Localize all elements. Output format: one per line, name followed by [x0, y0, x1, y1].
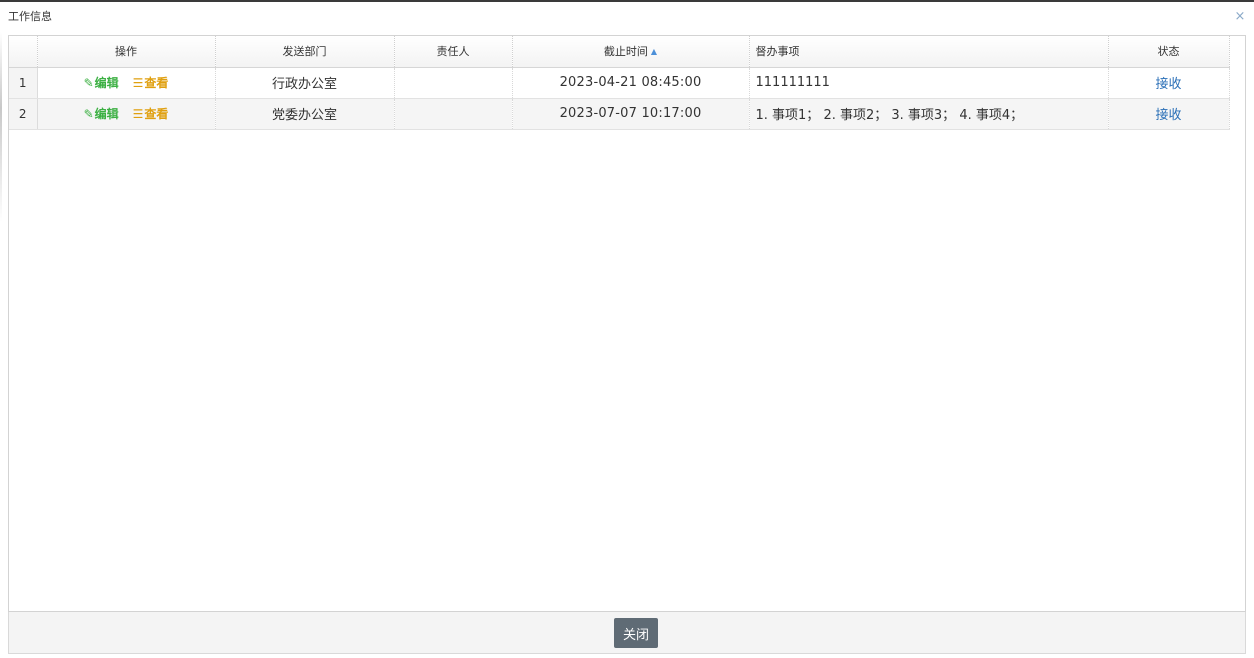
cell-send-dept: 党委办公室: [215, 98, 395, 130]
cell-deadline: 2023-07-07 10:17:00: [512, 98, 750, 130]
grid-header: 操作 发送部门 责任人 截止时间 ▲ 督办事项 状态: [9, 36, 1230, 68]
edit-icon: ✎: [83, 76, 94, 90]
header-status[interactable]: 状态: [1108, 36, 1230, 68]
cell-supervision-items: 111111111: [749, 67, 1109, 99]
cell-owner: [394, 98, 513, 130]
view-button[interactable]: ☰查看: [133, 74, 169, 91]
cell-status: 接收: [1108, 98, 1230, 130]
table-row[interactable]: 1 ✎编辑 ☰查看 行政办公室 2023-04-21 08:45:00 11111…: [9, 67, 1230, 99]
view-button[interactable]: ☰查看: [133, 105, 169, 122]
cell-supervision-items: 1. 事项1； 2. 事项2； 3. 事项3； 4. 事项4；: [749, 98, 1109, 130]
cell-status: 接收: [1108, 67, 1230, 99]
background-edge: [0, 32, 2, 222]
grid-table: 操作 发送部门 责任人 截止时间 ▲ 督办事项 状态 1 ✎编辑 ☰查看 行政办公室: [9, 36, 1230, 130]
edit-button[interactable]: ✎编辑: [84, 105, 119, 122]
header-actions: 操作: [37, 36, 216, 68]
header-send-dept[interactable]: 发送部门: [215, 36, 395, 68]
close-icon[interactable]: ×: [1234, 10, 1246, 24]
header-owner[interactable]: 责任人: [394, 36, 513, 68]
work-info-dialog: 工作信息 × 操作 发送部门 责任人 截止时间 ▲ 督办事项 状态 1 ✎编辑 …: [0, 0, 1254, 658]
close-button[interactable]: 关闭: [614, 618, 658, 648]
edit-icon: ✎: [83, 107, 94, 121]
dialog-title: 工作信息: [8, 10, 52, 23]
view-label: 查看: [144, 76, 169, 90]
list-icon: ☰: [132, 76, 144, 90]
cell-deadline: 2023-04-21 08:45:00: [512, 67, 750, 99]
header-rownum: [9, 36, 38, 68]
data-grid: 操作 发送部门 责任人 截止时间 ▲ 督办事项 状态 1 ✎编辑 ☰查看 行政办公室: [8, 35, 1246, 612]
status-receive-link[interactable]: 接收: [1155, 108, 1181, 123]
edit-label: 编辑: [94, 107, 119, 121]
cell-send-dept: 行政办公室: [215, 67, 395, 99]
header-deadline[interactable]: 截止时间 ▲: [512, 36, 750, 68]
header-deadline-label: 截止时间: [603, 45, 648, 59]
edit-label: 编辑: [94, 76, 119, 90]
row-actions: ✎编辑 ☰查看: [37, 98, 216, 130]
list-icon: ☰: [132, 107, 144, 121]
dialog-footer: 关闭: [8, 612, 1246, 654]
row-number: 1: [9, 67, 38, 99]
table-row[interactable]: 2 ✎编辑 ☰查看 党委办公室 2023-07-07 10:17:00 1. 事项…: [9, 98, 1230, 130]
view-label: 查看: [144, 107, 169, 121]
header-supervision-items[interactable]: 督办事项: [749, 36, 1109, 68]
cell-owner: [394, 67, 513, 99]
sort-up-icon[interactable]: ▲: [651, 47, 657, 56]
dialog-titlebar: 工作信息 ×: [0, 2, 1254, 30]
edit-button[interactable]: ✎编辑: [84, 74, 119, 91]
row-number: 2: [9, 98, 38, 130]
status-receive-link[interactable]: 接收: [1155, 77, 1181, 92]
row-actions: ✎编辑 ☰查看: [37, 67, 216, 99]
